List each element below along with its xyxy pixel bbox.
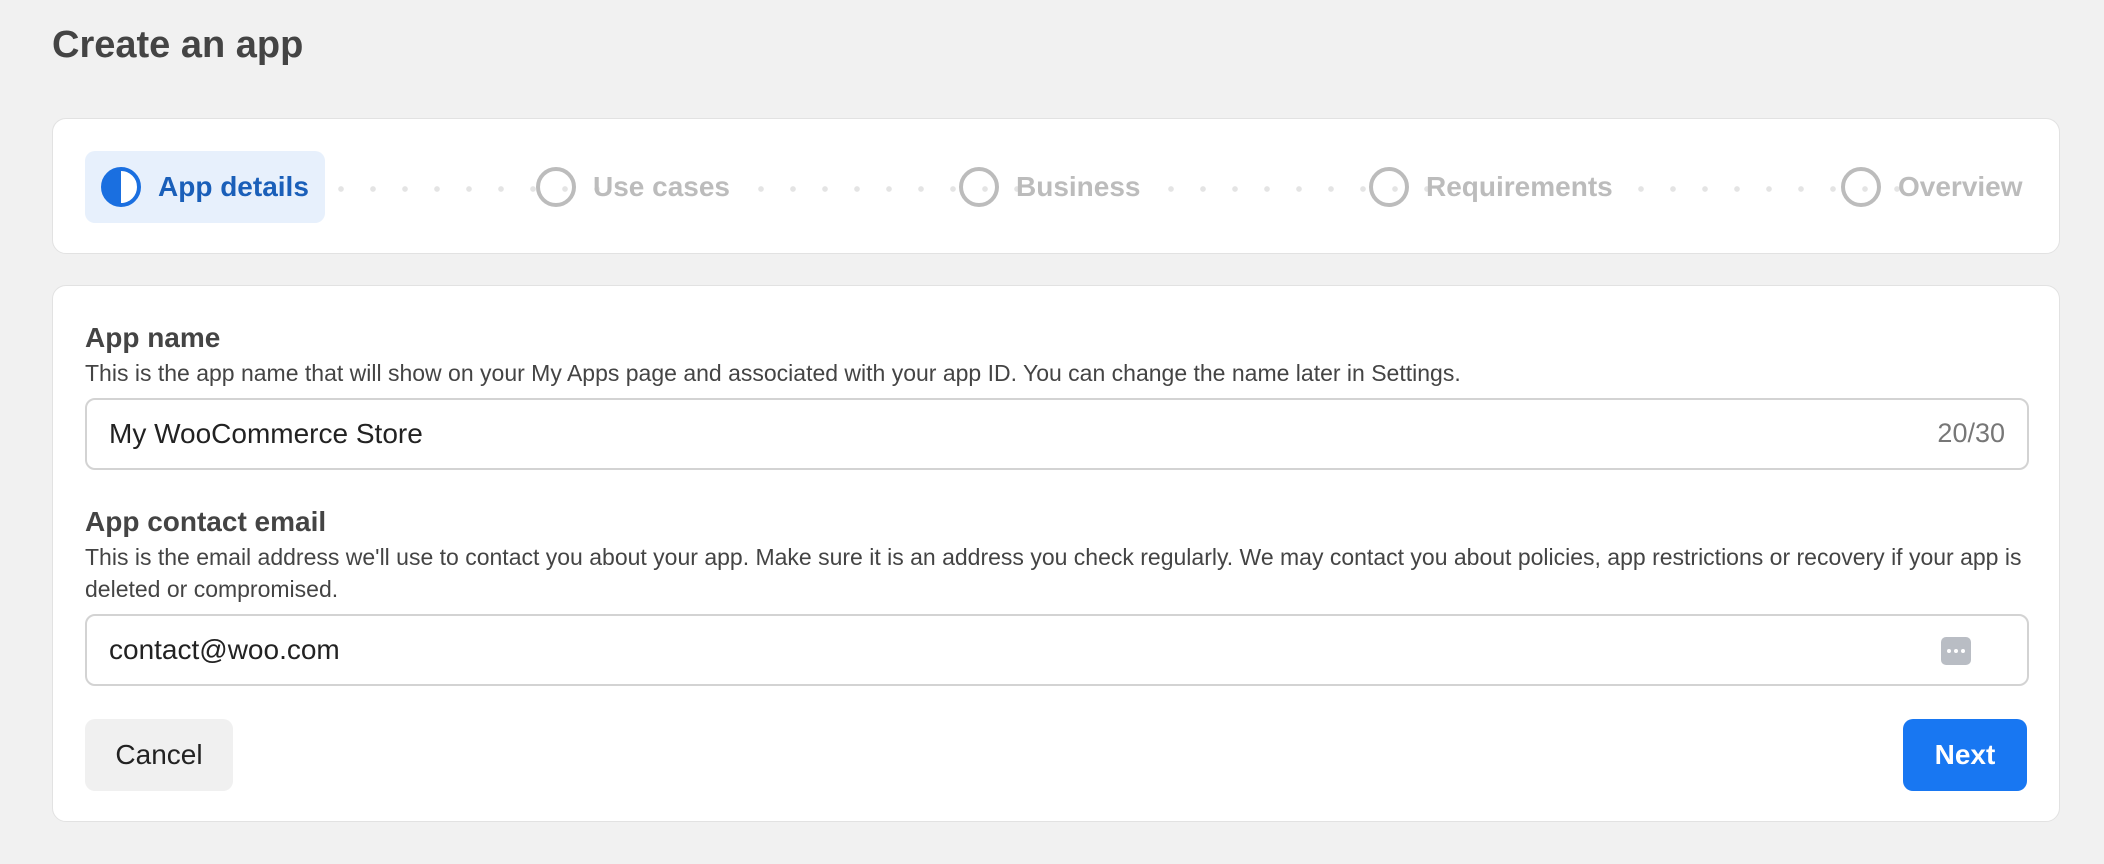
contact-email-label: App contact email xyxy=(85,506,327,537)
stepper: App details Use cases Business Requireme… xyxy=(85,151,2031,223)
step-label: Business xyxy=(1016,171,1141,202)
step-use-cases[interactable]: Use cases xyxy=(536,151,730,223)
step-label: App details xyxy=(158,171,309,202)
contact-email-help: This is the email address we'll use to c… xyxy=(85,544,2022,602)
app-name-help: This is the app name that will show on y… xyxy=(85,360,1461,386)
step-label: Use cases xyxy=(593,171,731,202)
empty-circle-icon xyxy=(959,167,999,207)
step-label: Requirements xyxy=(1426,171,1613,202)
app-name-field[interactable]: 20/30 xyxy=(85,398,2029,470)
more-options-icon[interactable] xyxy=(1941,637,1971,665)
contact-email-field[interactable] xyxy=(85,614,2029,686)
next-button[interactable]: Next xyxy=(1903,719,2027,791)
character-counter: 20/30 xyxy=(1937,418,2005,448)
step-business[interactable]: Business xyxy=(959,151,1141,223)
empty-circle-icon xyxy=(1369,167,1409,207)
app-name-input[interactable] xyxy=(109,400,1809,468)
half-filled-circle-icon xyxy=(101,167,141,207)
page-title: Create an app xyxy=(52,24,304,66)
step-label: Overview xyxy=(1898,171,2023,202)
empty-circle-icon xyxy=(1841,167,1881,207)
cancel-button[interactable]: Cancel xyxy=(85,719,233,791)
step-app-details[interactable]: App details xyxy=(85,151,325,223)
app-name-label: App name xyxy=(85,322,221,353)
step-requirements[interactable]: Requirements xyxy=(1369,151,1613,223)
contact-email-input[interactable] xyxy=(109,616,1809,684)
app-details-form: App name This is the app name that will … xyxy=(52,285,2060,822)
step-overview[interactable]: Overview xyxy=(1841,151,2023,223)
stepper-card: App details Use cases Business Requireme… xyxy=(52,118,2060,254)
empty-circle-icon xyxy=(536,167,576,207)
